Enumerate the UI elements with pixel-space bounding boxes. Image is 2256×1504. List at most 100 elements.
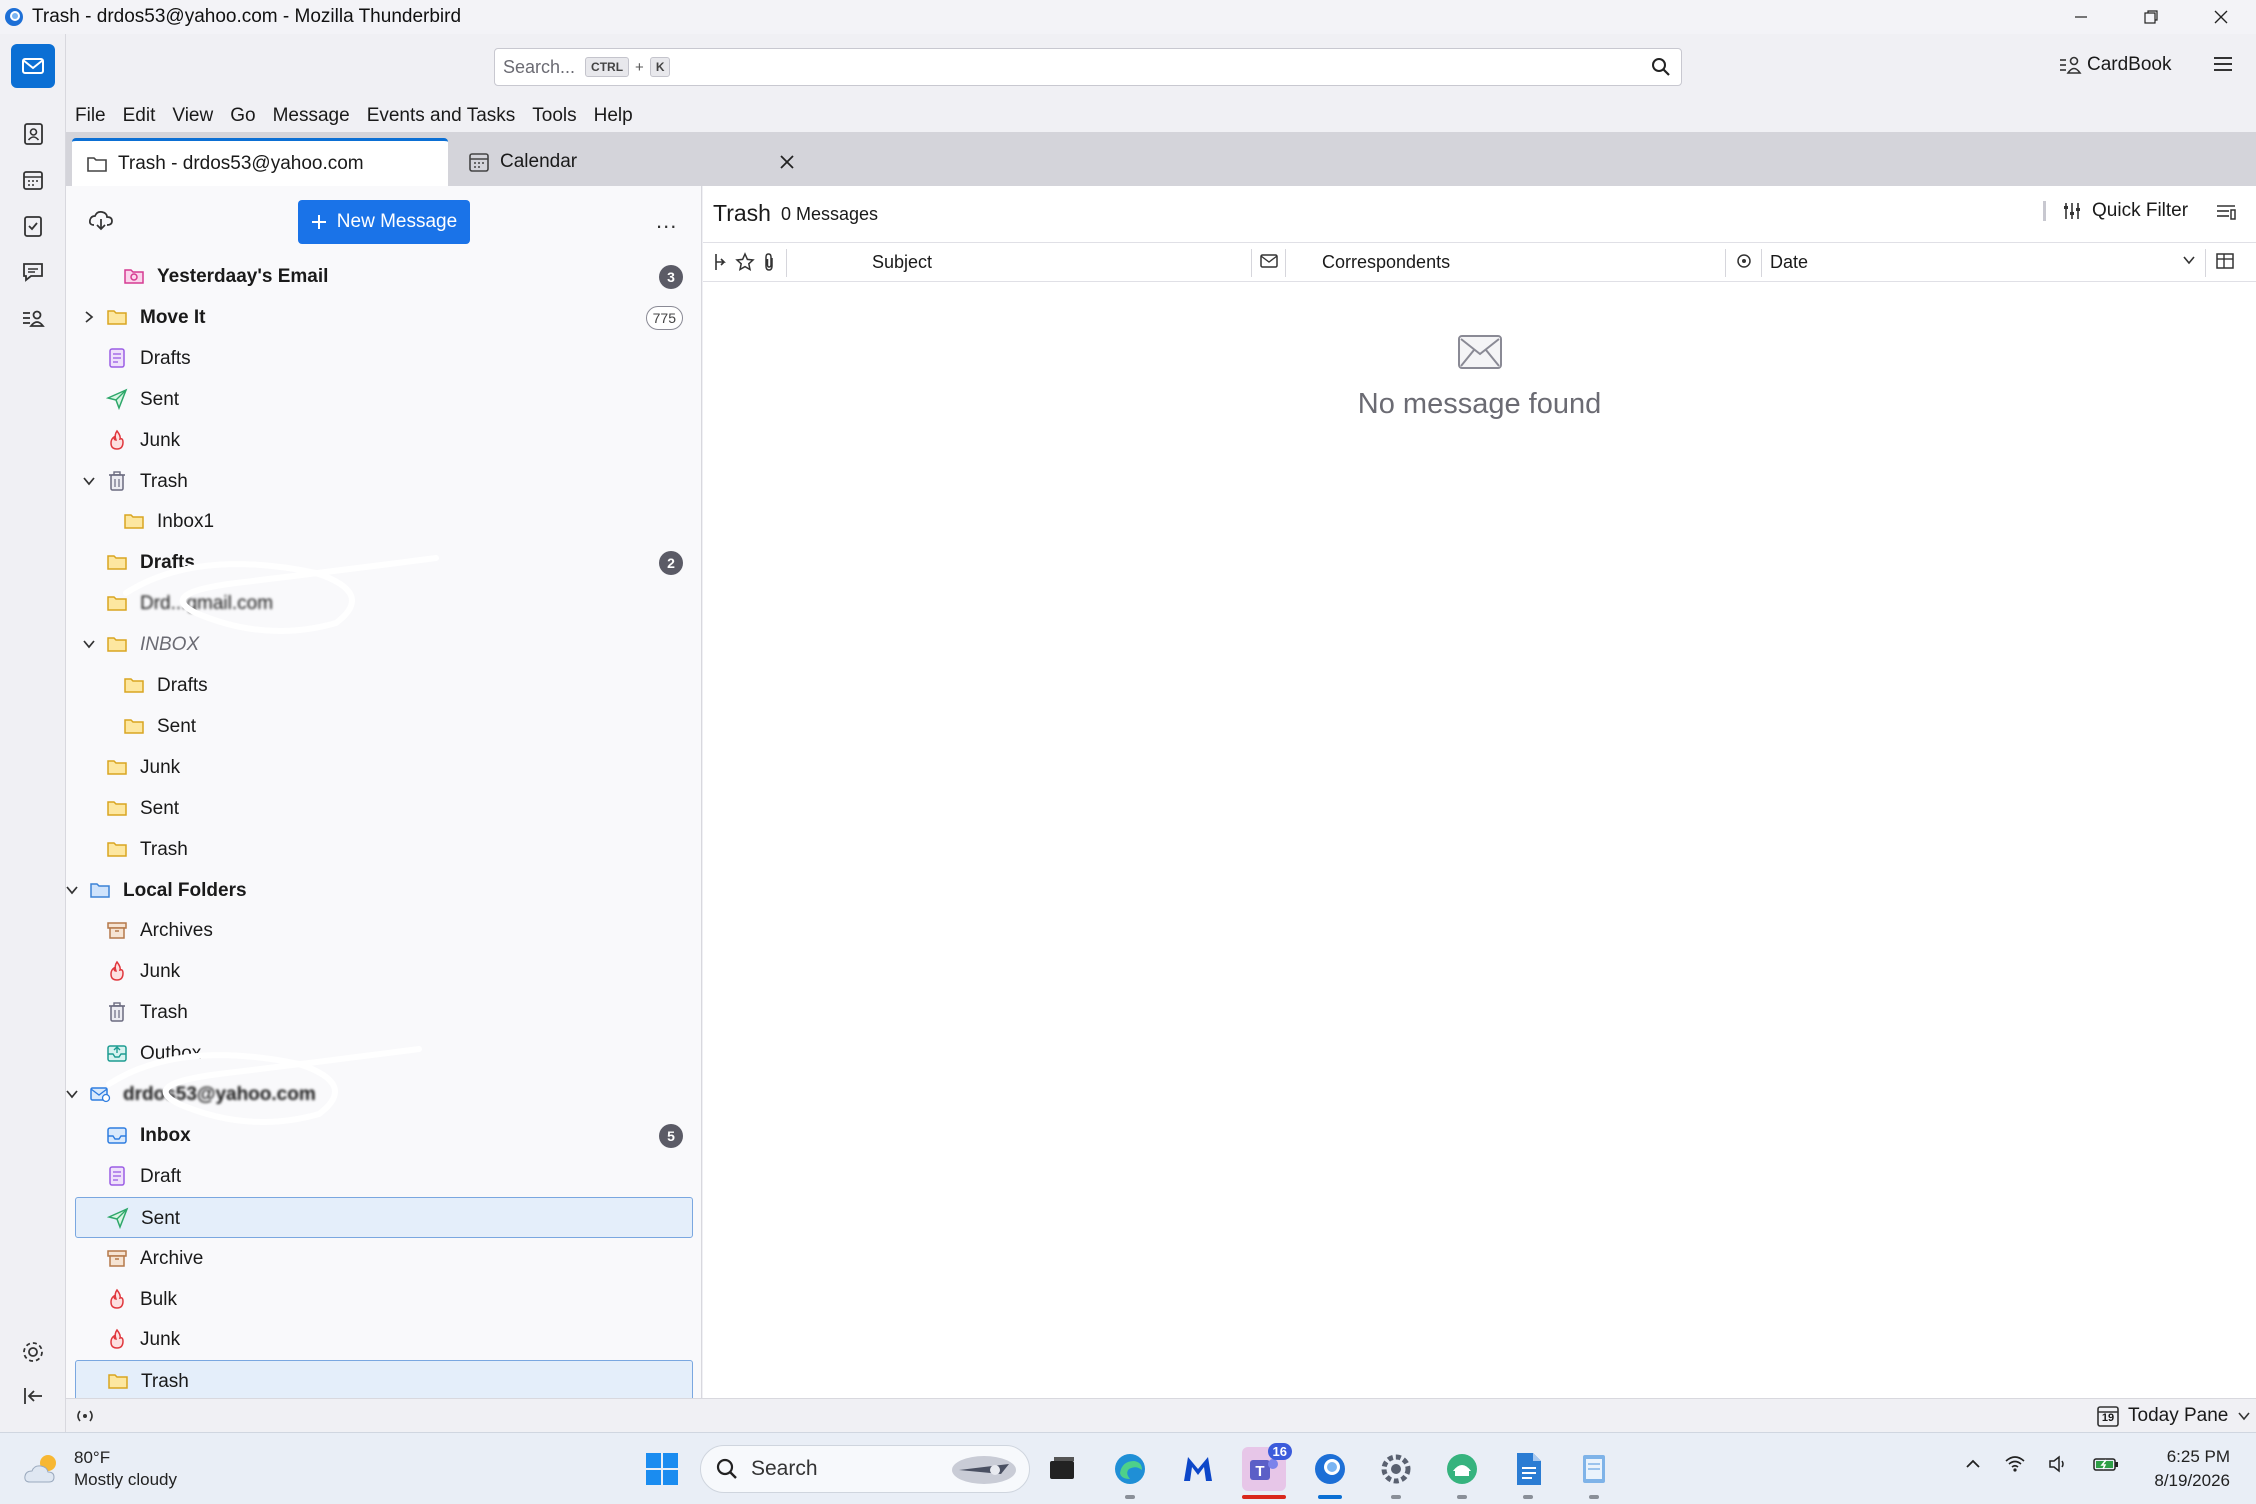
taskbar-clock[interactable]: 6:25 PM 8/19/2026 <box>2140 1445 2230 1493</box>
folder-row-trash[interactable]: Trash <box>75 992 693 1033</box>
folder-row-sent[interactable]: Sent <box>75 706 693 747</box>
cardbook-button[interactable]: CardBook <box>2059 54 2172 76</box>
menu-message[interactable]: Message <box>273 105 350 127</box>
chevron-down-icon[interactable] <box>66 1086 80 1102</box>
folder-row-sent[interactable]: Sent <box>75 788 693 829</box>
chevron-right-icon[interactable] <box>81 309 97 325</box>
notepad-icon[interactable] <box>1572 1447 1616 1499</box>
folder-row-drafts[interactable]: Drafts <box>75 665 693 706</box>
search-icon[interactable] <box>1651 57 1671 77</box>
tab-calendar[interactable]: Calendar <box>454 138 822 186</box>
today-pane-button[interactable]: 19 Today Pane <box>2096 1404 2252 1428</box>
folder-row-bulk[interactable]: Bulk <box>75 1279 693 1320</box>
menu-events-and-tasks[interactable]: Events and Tasks <box>367 105 516 127</box>
get-messages-icon[interactable] <box>88 208 114 232</box>
wifi-icon[interactable] <box>2004 1455 2026 1473</box>
thunderbird-taskbar-icon[interactable] <box>1308 1447 1352 1499</box>
folder-label: Trash <box>140 838 188 860</box>
folder-row-trash[interactable]: Trash <box>75 1360 693 1398</box>
chevron-down-icon[interactable] <box>81 636 97 652</box>
folder-row-drd-gmail-com[interactable]: Drd...gmail.com <box>75 555 693 635</box>
word-document-icon[interactable] <box>1506 1447 1550 1499</box>
online-status-icon[interactable] <box>74 1406 96 1426</box>
address-book-icon[interactable] <box>11 112 55 156</box>
app-menu-hamburger-icon[interactable] <box>2212 54 2234 74</box>
folder-row-archives[interactable]: Archives <box>75 910 693 951</box>
cardbook-space-icon[interactable] <box>11 296 55 340</box>
close-tab-icon[interactable] <box>778 153 796 171</box>
mail-space-button[interactable] <box>11 44 55 88</box>
tasks-space-icon[interactable] <box>11 204 55 248</box>
menu-tools[interactable]: Tools <box>532 105 576 127</box>
folder-row-junk[interactable]: Junk <box>75 1319 693 1360</box>
edge-browser-icon[interactable] <box>1108 1447 1152 1499</box>
close-window-button[interactable] <box>2186 0 2256 34</box>
folder-row-junk[interactable]: Junk <box>75 951 693 992</box>
chevron-down-icon[interactable] <box>66 882 80 898</box>
folder-row-local-folders[interactable]: Local Folders <box>66 870 693 911</box>
windows-start-icon[interactable] <box>640 1447 684 1491</box>
folder-row-drdos53-yahoo-com[interactable]: drdos53@yahoo.com <box>66 1046 693 1125</box>
collapse-spaces-icon[interactable] <box>11 1374 55 1418</box>
folder-icon <box>123 674 145 696</box>
folder-row-sent[interactable]: Sent <box>75 379 693 420</box>
folder-row-trash[interactable]: Trash <box>75 829 693 870</box>
junk-icon <box>106 429 128 451</box>
new-message-button[interactable]: New Message <box>298 200 470 244</box>
task-view-icon[interactable] <box>1040 1447 1084 1491</box>
menu-file[interactable]: File <box>75 105 106 127</box>
folder-row-inbox1[interactable]: Inbox1 <box>75 501 693 542</box>
drafts-icon <box>106 1165 128 1187</box>
folder-row-archive[interactable]: Archive <box>75 1238 693 1279</box>
folder-row-trash[interactable]: Trash <box>75 461 693 502</box>
taskbar-search-box[interactable]: Search <box>700 1445 1030 1493</box>
settings-gear-icon[interactable] <box>11 1330 55 1374</box>
thread-column-icon[interactable] <box>711 252 729 272</box>
folder-row-junk[interactable]: Junk <box>75 420 693 461</box>
menu-edit[interactable]: Edit <box>123 105 156 127</box>
junk-icon <box>106 960 128 982</box>
folder-icon <box>106 756 128 778</box>
global-search-input[interactable]: Search... CTRL + K <box>494 48 1682 86</box>
restore-button[interactable] <box>2116 0 2186 34</box>
quick-filter-button[interactable]: Quick Filter <box>2043 200 2188 222</box>
teams-icon[interactable]: T 16 <box>1242 1443 1292 1499</box>
folder-row-drafts[interactable]: Drafts <box>75 338 693 379</box>
active-app-indicator <box>1318 1495 1342 1499</box>
folder-row-draft[interactable]: Draft <box>75 1156 693 1197</box>
volume-icon[interactable] <box>2048 1455 2070 1473</box>
folder-row-sent[interactable]: Sent <box>75 1196 693 1238</box>
folder-row-yesterdaay-s-email[interactable]: Yesterdaay's Email 3 <box>75 256 693 297</box>
spam-column-icon[interactable] <box>1259 252 1279 270</box>
column-correspondents[interactable]: Correspondents <box>1322 252 1450 273</box>
attachment-column-icon[interactable] <box>761 252 777 272</box>
menu-view[interactable]: View <box>172 105 213 127</box>
sort-chevron-down-icon[interactable] <box>2181 252 2197 268</box>
archive-icon <box>106 919 128 941</box>
calendar-space-icon[interactable] <box>11 158 55 202</box>
message-list-display-options-icon[interactable] <box>2215 202 2237 222</box>
star-column-icon[interactable] <box>735 252 755 272</box>
weather-widget[interactable]: 80°F Mostly cloudy <box>22 1447 177 1491</box>
folder-row-move-it[interactable]: Move It 775 <box>75 297 693 338</box>
column-date[interactable]: Date <box>1770 252 1808 273</box>
chat-space-icon[interactable] <box>11 250 55 294</box>
battery-charging-icon[interactable] <box>2092 1455 2120 1473</box>
folder-row-junk[interactable]: Junk <box>75 747 693 788</box>
menu-help[interactable]: Help <box>594 105 633 127</box>
read-status-column-icon[interactable] <box>1735 252 1753 270</box>
folder-row-inbox[interactable]: INBOX <box>75 624 693 665</box>
folder-pane-more-button[interactable]: ... <box>656 208 677 234</box>
column-subject[interactable]: Subject <box>872 252 932 273</box>
folder-row-inbox[interactable]: Inbox 5 <box>75 1115 693 1156</box>
tab-trash[interactable]: Trash - drdos53@yahoo.com <box>72 138 448 186</box>
chevron-up-icon[interactable] <box>1964 1455 1982 1473</box>
malwarebytes-icon[interactable] <box>1176 1447 1220 1491</box>
chevron-down-icon[interactable] <box>81 473 97 489</box>
green-app-icon[interactable] <box>1440 1447 1484 1499</box>
column-picker-icon[interactable] <box>2215 252 2235 270</box>
settings-app-icon[interactable] <box>1374 1447 1418 1499</box>
menu-go[interactable]: Go <box>230 105 255 127</box>
minimize-button[interactable] <box>2046 0 2116 34</box>
column-separator <box>2205 249 2206 277</box>
